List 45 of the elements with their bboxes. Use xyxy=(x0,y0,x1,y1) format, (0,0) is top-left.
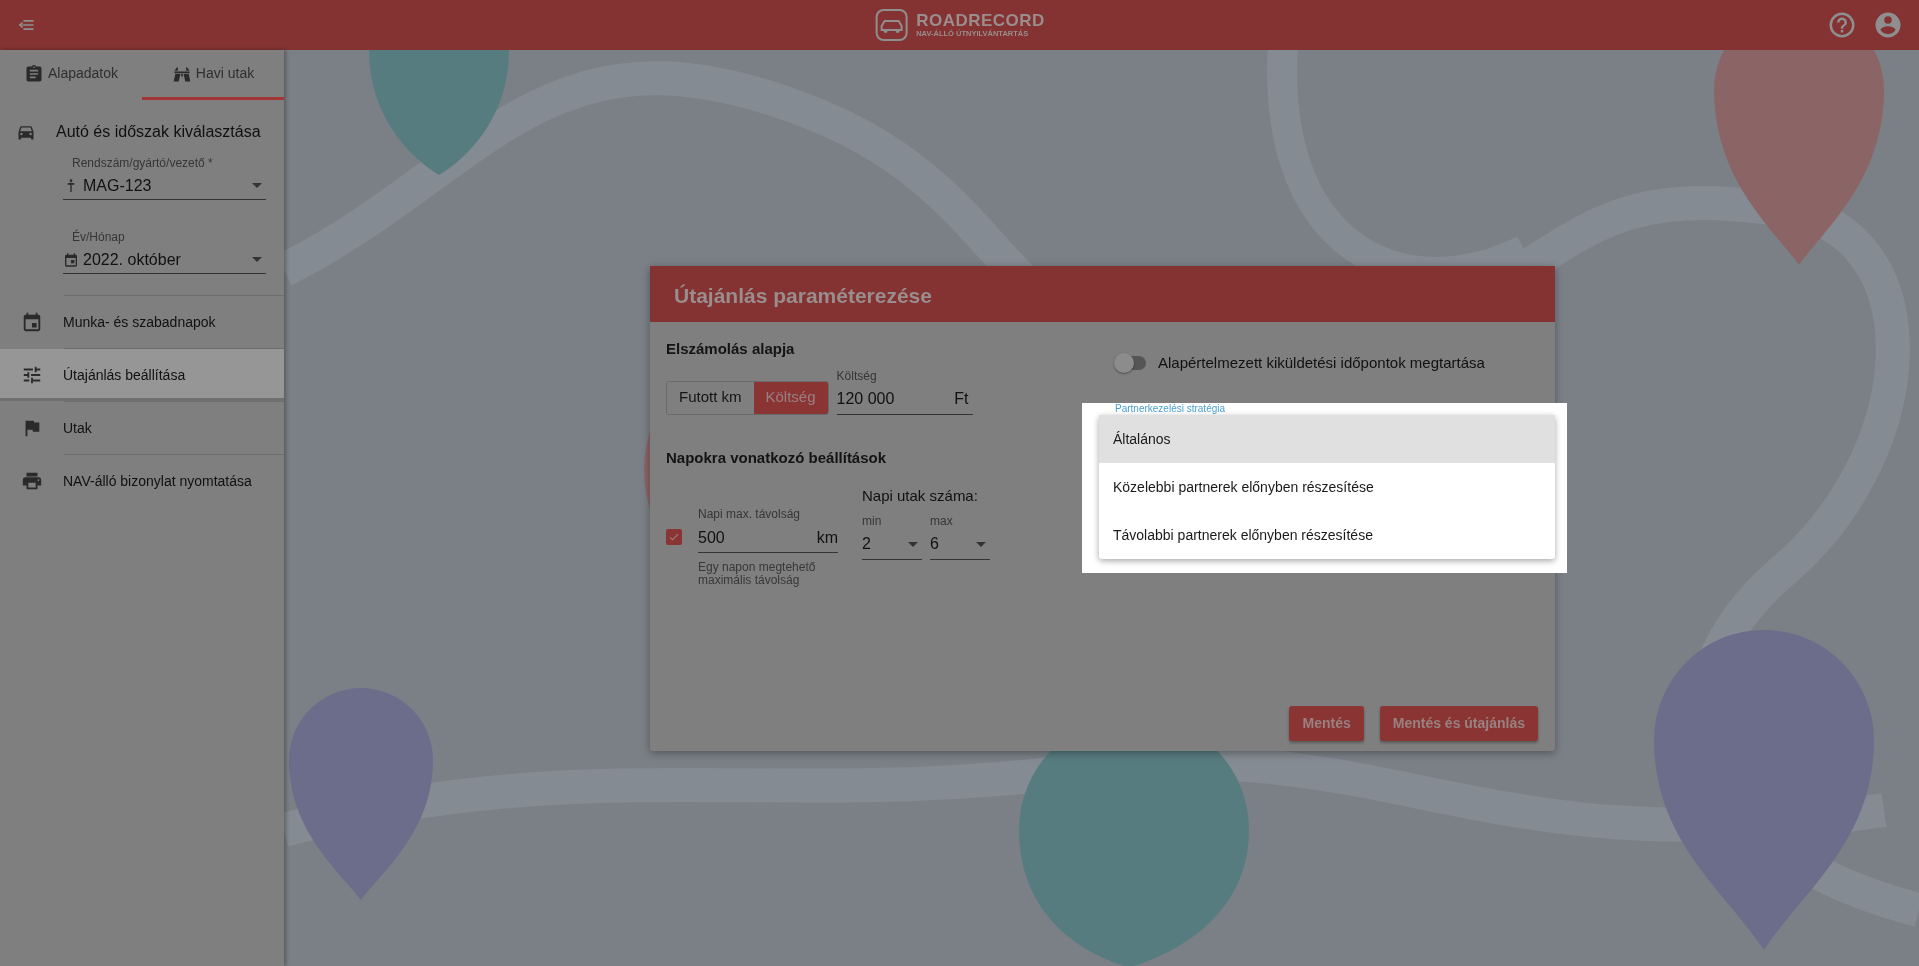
dropdown-option[interactable]: Távolabbi partnerek előnyben részesítése xyxy=(1099,511,1555,559)
field-label: Rendszám/gyártó/vezető * xyxy=(72,155,214,172)
dropdown-option[interactable]: Közelebbi partnerek előnyben részesítése xyxy=(1099,463,1555,511)
select-field[interactable]: MAG-123 xyxy=(63,172,266,200)
toggle-switch[interactable] xyxy=(1116,356,1146,371)
unit-label: Ft xyxy=(954,389,969,409)
caret-icon xyxy=(252,183,262,188)
select-field[interactable]: 6 xyxy=(930,529,990,560)
field-label: Költség xyxy=(836,367,878,385)
caret-icon xyxy=(252,257,262,262)
section-heading: Elszámolás alapja xyxy=(666,339,796,359)
caret-icon xyxy=(908,541,918,547)
check-icon xyxy=(668,531,680,543)
select-field[interactable]: 2022. október xyxy=(63,246,266,274)
menu-item[interactable]: Utak xyxy=(0,402,284,454)
logo-title: ROADRECORD xyxy=(916,12,1045,29)
account-icon[interactable] xyxy=(1873,10,1903,40)
select-field[interactable]: 2 xyxy=(862,529,922,560)
distance-field[interactable]: 500 km xyxy=(698,523,838,553)
section-heading: Napokra vonatkozó beállítások xyxy=(666,447,888,468)
help-icon[interactable] xyxy=(1827,10,1857,40)
hint-text: Egy napon megtehető maximális távolság xyxy=(698,561,817,588)
field-label: Partnerkezelési stratégia xyxy=(1115,403,1226,414)
calendar-icon xyxy=(21,311,43,333)
caret-icon xyxy=(976,541,986,547)
dialog-title: Útajánlás paraméterezése xyxy=(650,266,1555,322)
field-label: max xyxy=(930,512,954,530)
field-label: Napi max. távolság xyxy=(698,506,802,523)
field-label: Év/Hónap xyxy=(72,228,126,246)
printer-icon xyxy=(21,470,43,492)
tab[interactable]: Alapadatok xyxy=(0,50,142,100)
menu-item[interactable]: NAV-álló bizonylat nyomtatása xyxy=(0,455,284,507)
amount-field[interactable]: 120 000 Ft xyxy=(836,384,973,415)
menu-item[interactable]: Útajánlás beállítása xyxy=(0,349,284,401)
sliders-icon xyxy=(21,364,43,386)
checkbox[interactable] xyxy=(666,529,682,545)
toggle-label: Alapértelmezett kiküldetési időpontok megtartása xyxy=(1158,353,1485,373)
unit-label: km xyxy=(816,527,838,548)
menu-item[interactable]: Munka- és szabadnapok xyxy=(0,296,284,348)
trips-heading: Napi utak száma: xyxy=(862,486,979,506)
section-title: Autó és időszak kiválasztása xyxy=(56,122,261,142)
calendar-icon xyxy=(63,251,79,268)
field-label: min xyxy=(862,512,883,530)
dropdown-option[interactable]: Általános xyxy=(1099,415,1555,463)
car-logo-icon xyxy=(874,8,909,42)
